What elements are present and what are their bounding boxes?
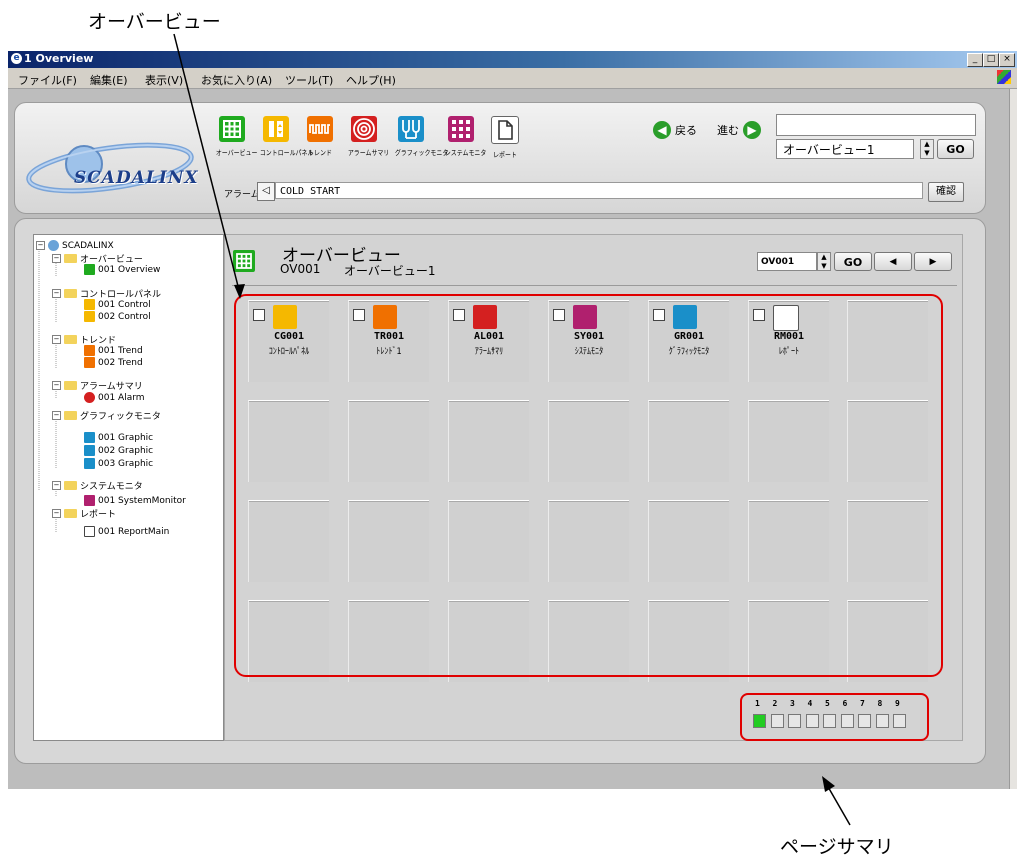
callout-arrows	[173, 33, 851, 826]
